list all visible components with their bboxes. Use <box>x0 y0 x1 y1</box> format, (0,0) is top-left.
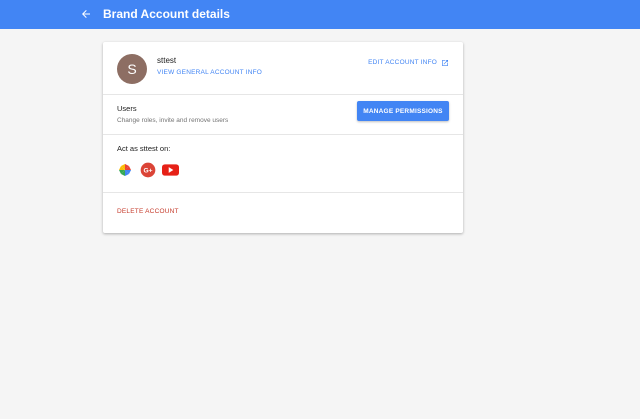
app-icons-row: G+ <box>116 161 179 178</box>
delete-section: DELETE ACCOUNT <box>103 193 463 233</box>
users-description: Change roles, invite and remove users <box>117 117 229 124</box>
users-section: Users Change roles, invite and remove us… <box>103 95 463 135</box>
youtube-icon[interactable] <box>162 161 179 178</box>
users-heading: Users <box>117 104 137 113</box>
edit-account-info-label: EDIT ACCOUNT INFO <box>368 59 437 66</box>
photos-icon[interactable] <box>116 161 133 178</box>
edit-account-info-link[interactable]: EDIT ACCOUNT INFO <box>368 58 449 67</box>
google-plus-icon[interactable]: G+ <box>139 161 156 178</box>
manage-permissions-button[interactable]: MANAGE PERMISSIONS <box>357 101 449 121</box>
view-general-account-info-link[interactable]: VIEW GENERAL ACCOUNT INFO <box>157 68 262 77</box>
avatar: S <box>117 54 147 84</box>
svg-text:G+: G+ <box>143 167 152 174</box>
account-name: sttest <box>157 56 177 65</box>
account-section: S sttest VIEW GENERAL ACCOUNT INFO EDIT … <box>103 42 463 95</box>
arrow-back-icon <box>82 10 90 18</box>
act-as-heading: Act as sttest on: <box>117 144 171 153</box>
page-title: Brand Account details <box>103 7 230 21</box>
app-bar: Brand Account details <box>0 0 640 29</box>
act-as-section: Act as sttest on: G+ <box>103 135 463 193</box>
open-in-new-icon <box>442 59 448 66</box>
delete-account-link[interactable]: DELETE ACCOUNT <box>117 207 179 216</box>
back-button[interactable] <box>76 4 96 24</box>
brand-account-card: S sttest VIEW GENERAL ACCOUNT INFO EDIT … <box>103 42 463 233</box>
